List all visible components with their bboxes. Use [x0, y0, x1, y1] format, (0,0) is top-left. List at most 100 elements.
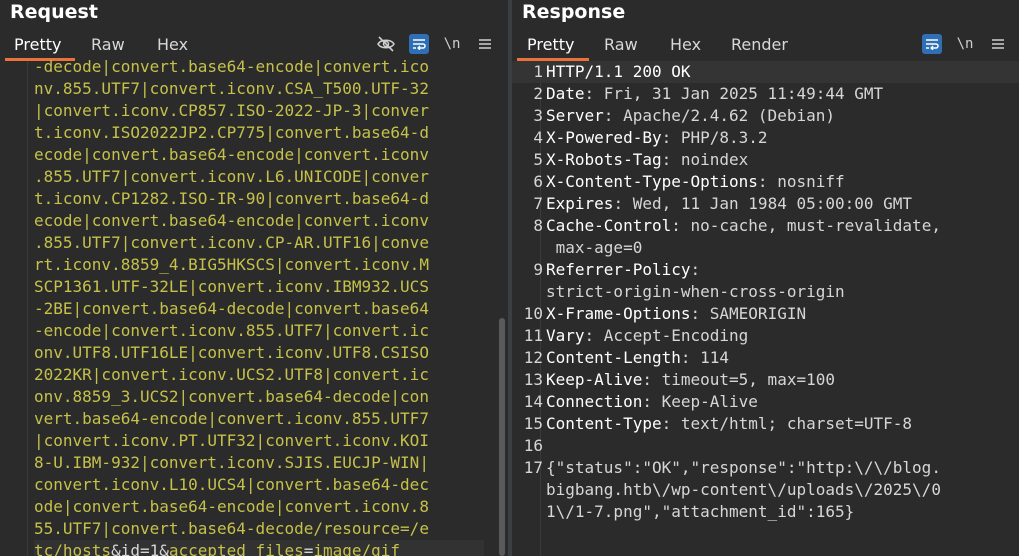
response-tab-pretty[interactable]: Pretty — [527, 35, 574, 54]
request-param-part: accepted_files — [168, 541, 304, 556]
response-title: Response — [522, 1, 626, 23]
request-scrollbar-thumb[interactable] — [499, 318, 505, 556]
header-value: : Apache/2.4.62 (Debian) — [603, 106, 835, 125]
newline-icon[interactable]: \n — [442, 34, 462, 54]
line-number: 3 — [533, 106, 543, 125]
request-panel: Request Pretty Raw Hex \n -decode|conver… — [0, 0, 508, 556]
request-line: ode|convert.base64-encode|convert.iconv.… — [34, 497, 429, 516]
response-tab-hex[interactable]: Hex — [670, 35, 701, 54]
response-tab-render[interactable]: Render — [731, 35, 788, 54]
response-line: bigbang.htb\/wp-content\/uploads\/2025\/… — [512, 479, 1019, 501]
response-line: 6 X-Content-Type-Options: nosniff — [512, 171, 1019, 193]
line-number: 8 — [533, 216, 543, 235]
request-line: ecode|convert.base64-encode|convert.icon… — [34, 211, 429, 230]
line-number: 11 — [523, 326, 543, 345]
header-value: : nosniff — [757, 172, 845, 191]
request-line: rt.iconv.8859_4.BIG5HKSCS|convert.iconv.… — [34, 255, 429, 274]
response-line-text: Vary: Accept-Encoding — [546, 325, 748, 347]
response-line-text: {"status":"OK","response":"http:\/\/blog… — [546, 457, 941, 479]
response-line: 14 Connection: Keep-Alive — [512, 391, 1019, 413]
wrap-icon[interactable] — [409, 34, 429, 54]
response-line: 1 HTTP/1.1 200 OK — [512, 61, 1019, 83]
response-line: strict-origin-when-cross-origin — [512, 281, 1019, 303]
request-line: convert.iconv.L10.UCS4|convert.base64-de… — [34, 475, 429, 494]
request-tab-hex[interactable]: Hex — [157, 35, 188, 54]
response-line: 7 Expires: Wed, 11 Jan 1984 05:00:00 GMT — [512, 193, 1019, 215]
header-name: Connection — [546, 392, 643, 411]
response-line-text: X-Robots-Tag: noindex — [546, 149, 748, 171]
response-line: 3 Server: Apache/2.4.62 (Debian) — [512, 105, 1019, 127]
request-param-part: &id=1& — [111, 541, 169, 556]
header-name: HTTP/1.1 200 OK — [546, 62, 691, 81]
line-number: 17 — [523, 458, 543, 477]
request-tabbar: Pretty Raw Hex — [0, 31, 508, 59]
menu-icon[interactable] — [475, 34, 495, 54]
request-line: 2022KR|convert.iconv.UCS2.UTF8|convert.i… — [34, 365, 429, 384]
request-param-part: image/gif — [313, 541, 401, 556]
eye-slash-icon[interactable] — [376, 34, 396, 54]
header-name: X-Powered-By — [546, 128, 662, 147]
response-line-text: X-Frame-Options: SAMEORIGIN — [546, 303, 806, 325]
header-value: : timeout=5, max=100 — [642, 370, 835, 389]
header-name: Referrer-Policy — [546, 260, 691, 279]
header-name: Cache-Control — [546, 216, 672, 235]
header-value: {"status":"OK","response":"http:\/\/blog… — [546, 458, 941, 477]
header-value: : SAMEORIGIN — [690, 304, 807, 323]
response-line-text: Keep-Alive: timeout=5, max=100 — [546, 369, 835, 391]
response-line: 11 Vary: Accept-Encoding — [512, 325, 1019, 347]
header-value: : noindex — [661, 150, 749, 169]
request-line: -decode|convert.base64-encode|convert.ic… — [34, 57, 429, 76]
response-tab-raw[interactable]: Raw — [604, 35, 638, 54]
response-line: 1\/1-7.png","attachment_id":165} — [512, 501, 1019, 523]
header-value: bigbang.htb\/wp-content\/uploads\/2025\/… — [546, 480, 941, 499]
header-value: : Wed, 11 Jan 1984 05:00:00 GMT — [613, 194, 913, 213]
request-line: 8-U.IBM-932|convert.iconv.SJIS.EUCJP-WIN… — [34, 453, 429, 472]
line-number: 12 — [523, 348, 543, 367]
response-tabbar: Pretty Raw Hex Render — [512, 31, 1019, 59]
request-tab-raw[interactable]: Raw — [91, 35, 125, 54]
request-line: |convert.iconv.CP857.ISO-2022-JP-3|conve… — [34, 101, 429, 120]
request-line: SCP1361.UTF-32LE|convert.iconv.IBM932.UC… — [34, 277, 429, 296]
request-body[interactable]: -decode|convert.base64-encode|convert.ic… — [34, 56, 484, 556]
response-line: 8 Cache-Control: no-cache, must-revalidat… — [512, 215, 1019, 237]
response-line-text: Server: Apache/2.4.62 (Debian) — [546, 105, 835, 127]
response-line: 13 Keep-Alive: timeout=5, max=100 — [512, 369, 1019, 391]
header-name: X-Frame-Options — [546, 304, 691, 323]
line-number: 5 — [533, 150, 543, 169]
menu-icon[interactable] — [988, 34, 1008, 54]
response-panel: Response Pretty Raw Hex Render \n 1 HTTP/… — [512, 0, 1019, 556]
line-number: 15 — [523, 414, 543, 433]
response-line: 16 — [512, 435, 1019, 457]
request-line: vert.base64-encode|convert.iconv.855.UTF… — [34, 409, 429, 428]
response-line-text: Expires: Wed, 11 Jan 1984 05:00:00 GMT — [546, 193, 912, 215]
header-value: : Keep-Alive — [642, 392, 758, 411]
header-name: X-Content-Type-Options — [546, 172, 758, 191]
line-number: 16 — [523, 436, 543, 455]
header-value: : no-cache, must-revalidate, — [671, 216, 941, 235]
response-line: 4 X-Powered-By: PHP/8.3.2 — [512, 127, 1019, 149]
line-number: 7 — [533, 194, 543, 213]
header-value: max-age=0 — [546, 238, 643, 257]
request-line: |convert.iconv.PT.UTF32|convert.iconv.KO… — [34, 431, 429, 450]
request-line: -encode|convert.iconv.855.UTF7|convert.i… — [34, 321, 429, 340]
request-line: .855.UTF7|convert.iconv.L6.UNICODE|conve… — [34, 167, 429, 186]
response-line: max-age=0 — [512, 237, 1019, 259]
response-editor[interactable]: 1 HTTP/1.1 200 OK 2 Date: Fri, 31 Jan 2025 … — [512, 61, 1019, 556]
header-name: Keep-Alive — [546, 370, 643, 389]
request-line: ecode|convert.base64-encode|convert.icon… — [34, 145, 429, 164]
request-line: -2BE|convert.base64-decode|convert.base6… — [34, 299, 429, 318]
request-param-part: tc/hosts — [34, 541, 112, 556]
line-number: 14 — [523, 392, 543, 411]
line-number: 6 — [533, 172, 543, 191]
request-tab-pretty[interactable]: Pretty — [14, 35, 61, 54]
newline-icon[interactable]: \n — [955, 34, 975, 54]
response-line: 10 X-Frame-Options: SAMEORIGIN — [512, 303, 1019, 325]
header-value: : PHP/8.3.2 — [661, 128, 768, 147]
header-value: : Fri, 31 Jan 2025 11:49:44 GMT — [584, 84, 884, 103]
header-value: : text/html; charset=UTF-8 — [661, 414, 913, 433]
response-line: 2 Date: Fri, 31 Jan 2025 11:49:44 GMT — [512, 83, 1019, 105]
wrap-icon[interactable] — [922, 34, 942, 54]
response-line-text: X-Powered-By: PHP/8.3.2 — [546, 127, 768, 149]
request-editor[interactable]: -decode|convert.base64-encode|convert.ic… — [0, 57, 508, 556]
request-line: nv.855.UTF7|convert.iconv.CSA_T500.UTF-3… — [34, 79, 429, 98]
